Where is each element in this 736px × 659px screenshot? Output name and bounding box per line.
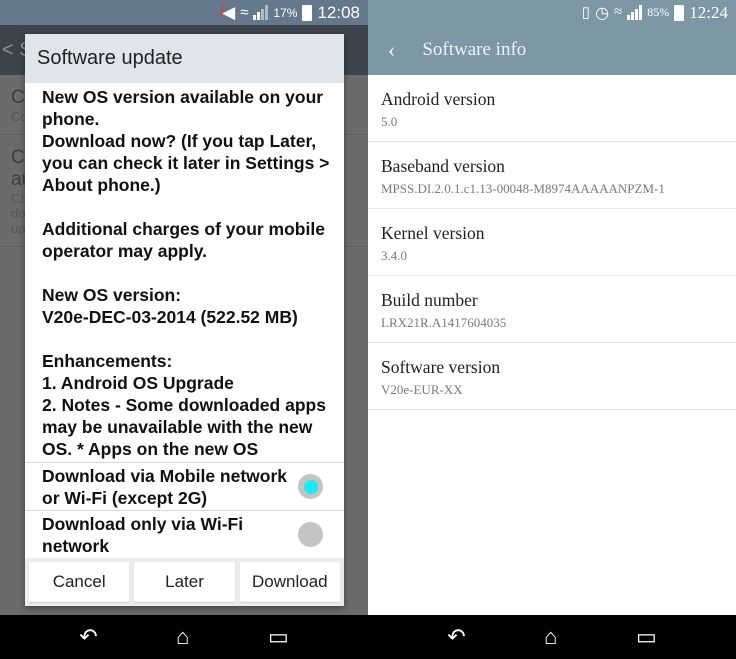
navigation-bar: ↶ ⌂ ▭	[0, 615, 368, 659]
battery-percent: 17%	[273, 5, 298, 20]
page-title: Software info	[422, 39, 527, 60]
download-button[interactable]: Download	[239, 562, 340, 602]
software-update-dialog: Software update New OS version available…	[25, 34, 344, 606]
option-label: Download via Mobile network or Wi-Fi (ex…	[42, 465, 288, 508]
home-icon[interactable]: ⌂	[176, 624, 189, 650]
list-item-baseband-version[interactable]: Baseband version MPSS.DI.2.0.1.c1.13-0004…	[368, 142, 736, 209]
signal-icon	[253, 5, 269, 20]
recents-icon[interactable]: ▭	[268, 624, 289, 650]
item-value: 5.0	[381, 114, 398, 129]
software-info-list: Android version 5.0 Baseband version MPSS.…	[368, 75, 736, 410]
battery-percent: 85%	[647, 5, 670, 19]
wifi-icon: ≈	[614, 4, 623, 20]
back-icon[interactable]: ↶	[79, 624, 97, 650]
alarm-icon: ◷	[595, 4, 610, 22]
status-bar: ◀ / ≈ 17% 12:08	[0, 0, 368, 25]
radio-selected[interactable]	[298, 474, 323, 499]
dialog-buttons: Cancel Later Download	[25, 558, 344, 606]
left-screen: ◀ / ≈ 17% 12:08 < S C Co C au Ch do up Soft…	[0, 0, 368, 659]
item-value: MPSS.DI.2.0.1.c1.13-00048-M8974AAAAANPZM…	[381, 181, 665, 196]
list-item-build-number[interactable]: Build number LRX21R.A1417604035	[368, 276, 736, 343]
dialog-title: Software update	[25, 34, 344, 83]
clock: 12:08	[317, 2, 360, 22]
back-arrow-icon[interactable]: ‹	[388, 37, 395, 63]
battery-icon	[674, 4, 685, 21]
back-icon[interactable]: ↶	[447, 624, 465, 650]
item-title: Android version	[381, 89, 496, 109]
item-title: Baseband version	[381, 156, 505, 176]
later-button[interactable]: Later	[134, 562, 235, 602]
vibrate-icon: ▯	[581, 5, 591, 21]
cancel-button[interactable]: Cancel	[29, 562, 130, 602]
radio-unselected[interactable]	[298, 522, 323, 547]
home-icon[interactable]: ⌂	[544, 624, 557, 650]
option-wifi-only[interactable]: Download only via Wi-Fi network	[25, 510, 344, 558]
list-item-android-version[interactable]: Android version 5.0	[368, 75, 736, 142]
wifi-icon: ≈	[240, 4, 249, 21]
item-title: Build number	[381, 290, 478, 310]
battery-icon	[302, 4, 313, 21]
status-bar: ▯ ◷ ≈ 85% 12:24	[368, 0, 736, 25]
item-title: Kernel version	[381, 223, 485, 243]
clock: 12:24	[689, 2, 728, 22]
dialog-message[interactable]: New OS version available on your phone. …	[25, 83, 344, 462]
right-screen: ▯ ◷ ≈ 85% 12:24 ‹ Software info Android …	[368, 0, 736, 659]
item-title: Software version	[381, 357, 501, 377]
signal-icon	[627, 5, 643, 20]
recents-icon[interactable]: ▭	[636, 624, 657, 650]
option-mobile-or-wifi[interactable]: Download via Mobile network or Wi-Fi (ex…	[25, 462, 344, 510]
item-value: 3.4.0	[381, 248, 407, 263]
item-value: V20e-EUR-XX	[381, 382, 463, 397]
action-bar: ‹ Software info	[368, 25, 736, 75]
mute-icon: ◀ /	[220, 0, 236, 22]
list-item-kernel-version[interactable]: Kernel version 3.4.0	[368, 209, 736, 276]
navigation-bar: ↶ ⌂ ▭	[368, 615, 736, 659]
item-value: LRX21R.A1417604035	[381, 315, 507, 330]
option-label: Download only via Wi-Fi network	[42, 513, 244, 556]
list-item-software-version[interactable]: Software version V20e-EUR-XX	[368, 343, 736, 410]
